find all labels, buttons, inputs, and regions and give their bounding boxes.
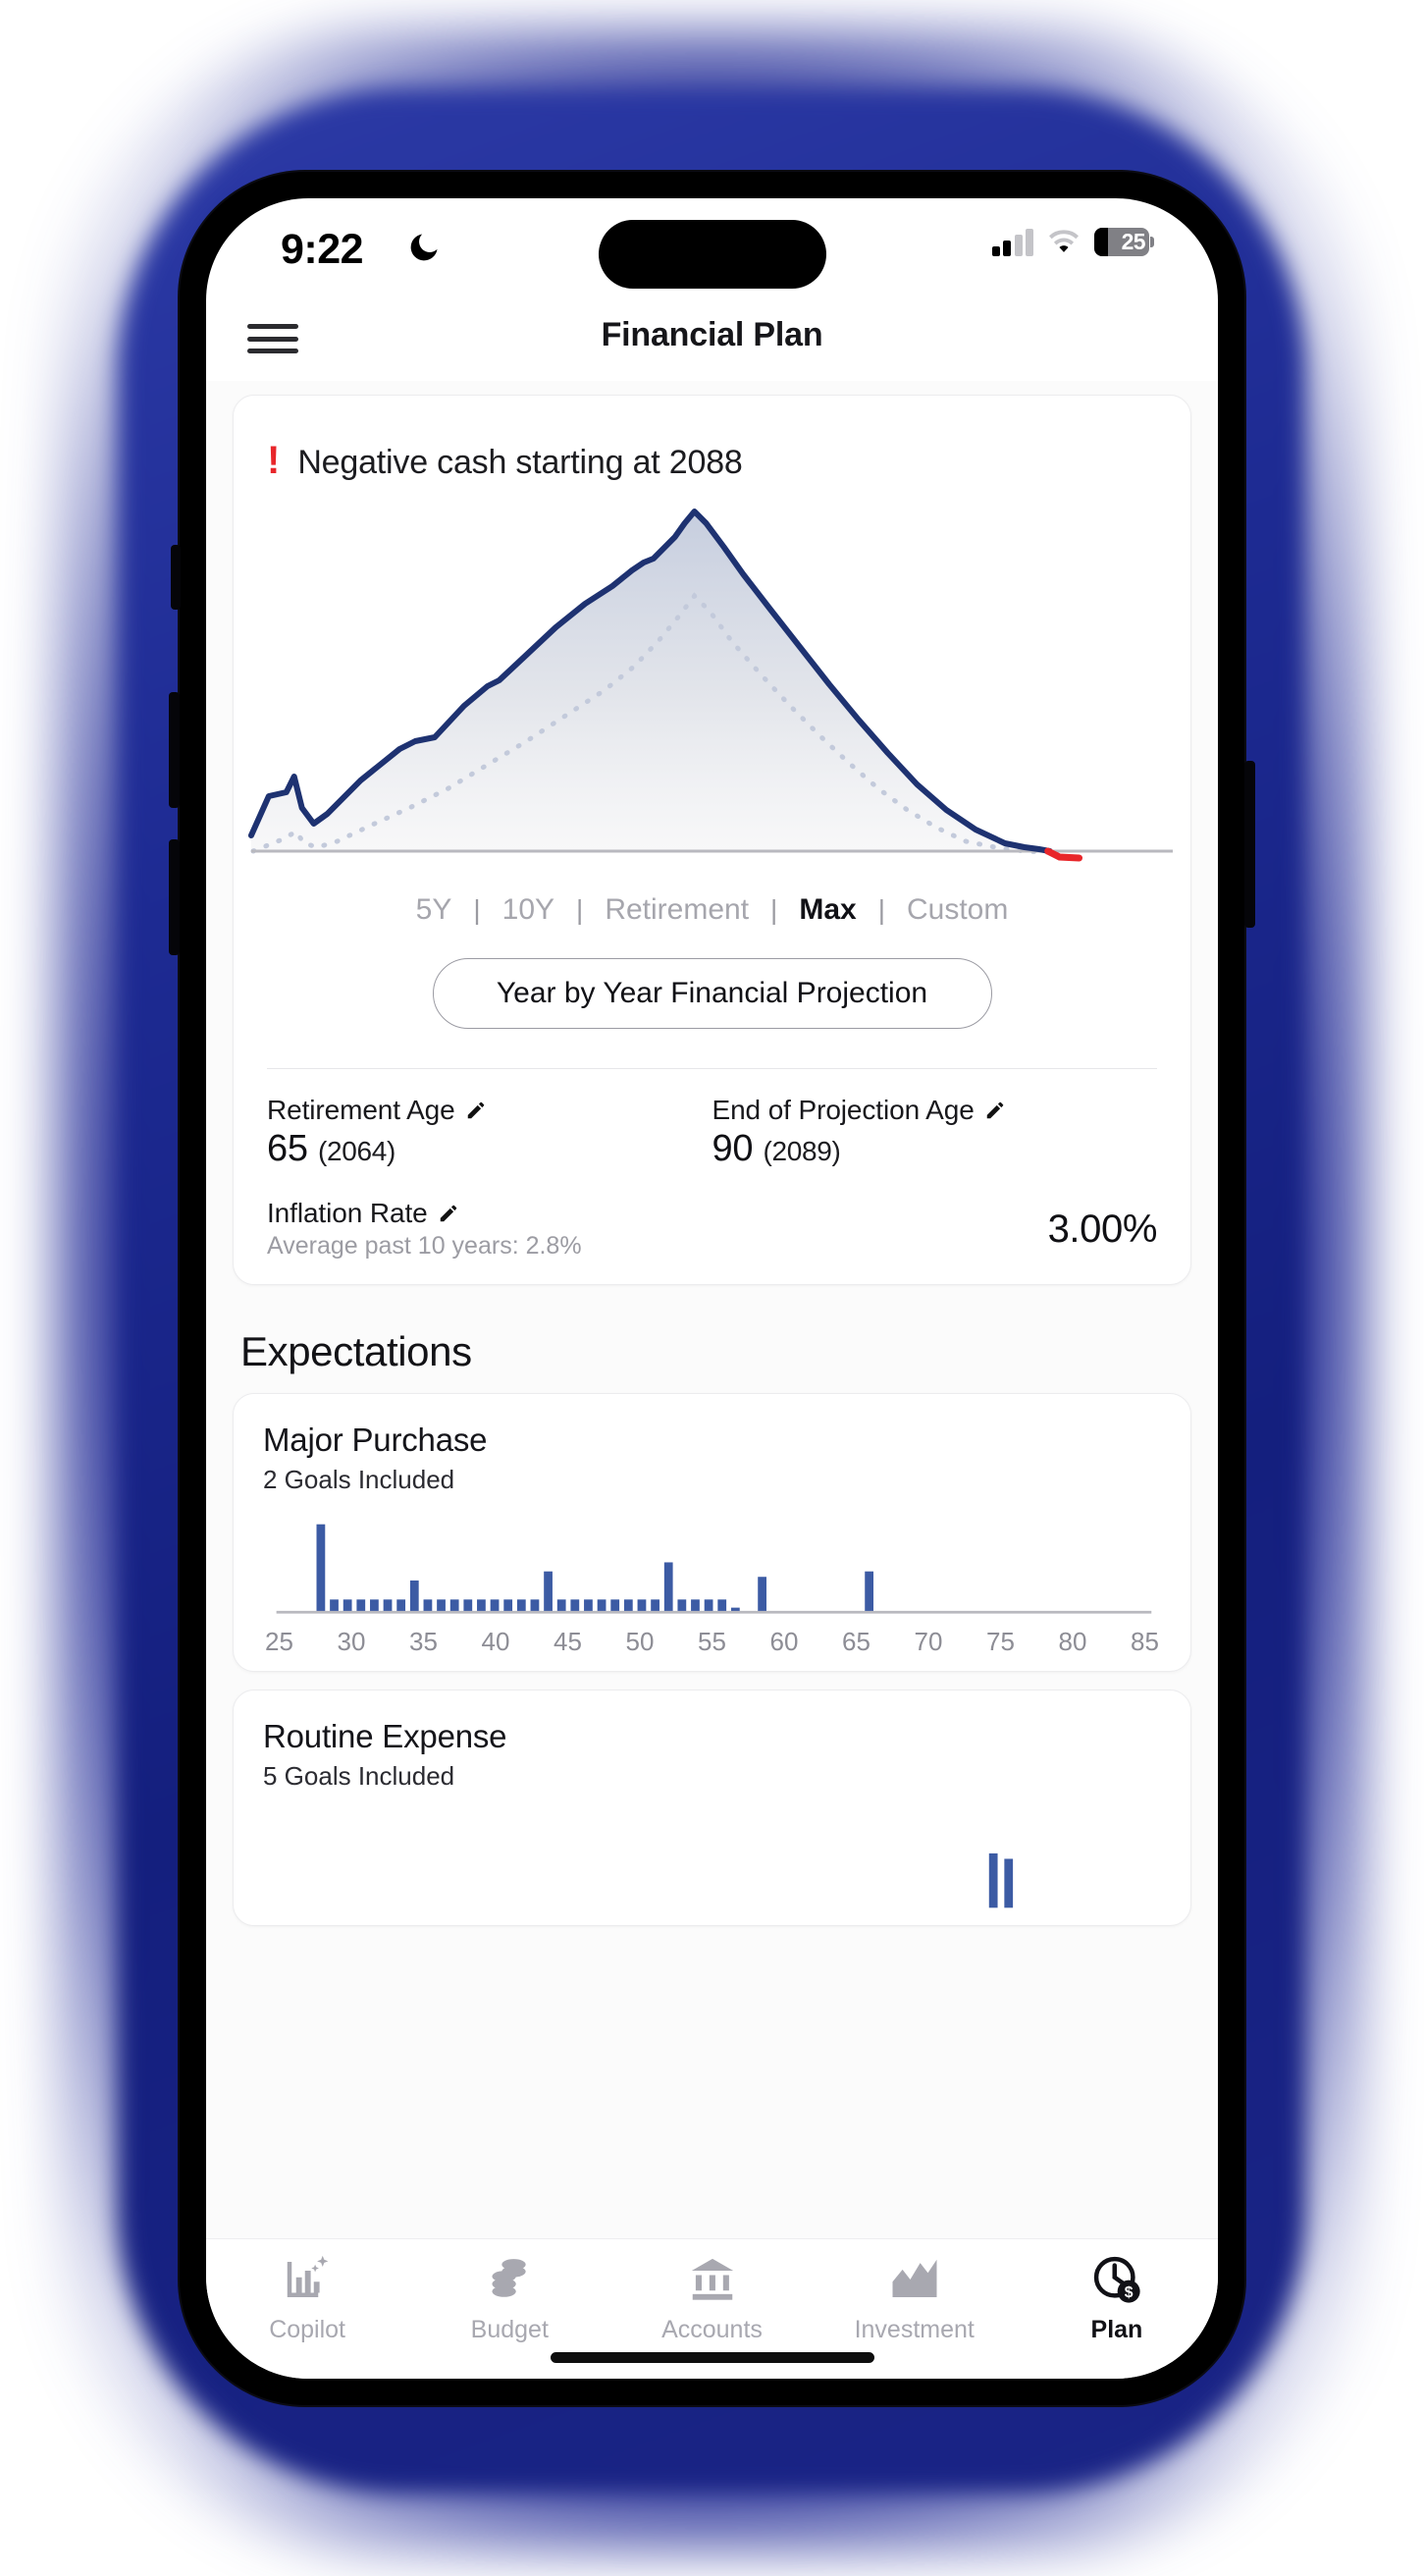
goal-card-routine-expense[interactable]: Routine Expense 5 Goals Included	[233, 1690, 1191, 1926]
axis-tick: 60	[769, 1627, 799, 1656]
retirement-age-year: (2064)	[317, 1136, 396, 1166]
tab-label: Budget	[470, 2316, 549, 2343]
dynamic-island	[598, 220, 826, 289]
axis-tick: 70	[914, 1627, 943, 1656]
plan-details-grid: Retirement Age 65 (2064) End of Projecti…	[234, 1069, 1190, 1170]
silent-switch[interactable]	[171, 545, 181, 610]
coins-stack-icon	[492, 2259, 526, 2297]
range-option-10y[interactable]: 10Y	[481, 893, 576, 927]
bar-series	[988, 1852, 1014, 1908]
routine-expense-bar-chart[interactable]	[263, 1817, 1161, 1911]
battery-percent: 25	[1121, 229, 1146, 254]
end-projection-label-row: End of Projection Age	[712, 1095, 1158, 1126]
axis-tick: 65	[842, 1627, 870, 1656]
end-projection-label: End of Projection Age	[712, 1095, 975, 1125]
copilot-chart-sparkle-icon	[287, 2255, 329, 2297]
retirement-age-block[interactable]: Retirement Age 65 (2064)	[267, 1095, 712, 1170]
cellular-signal-icon	[991, 228, 1033, 256]
inflation-rate-block[interactable]: Inflation Rate Average past 10 years: 2.…	[234, 1170, 1190, 1261]
status-bar: 9:22 25	[206, 198, 1218, 304]
net-worth-projection-chart[interactable]	[234, 502, 1190, 863]
retirement-age-value: 65	[267, 1128, 308, 1169]
axis-tick: 40	[481, 1627, 510, 1656]
goal-card-major-purchase[interactable]: Major Purchase 2 Goals Included 25 30 35…	[233, 1393, 1191, 1672]
scroll-content[interactable]: ! Negative cash starting at 2088 5Y | 10…	[206, 381, 1218, 2238]
bar-chart-axis-labels: 25 30 35 40 45 50 55 60 65 70 75 80 85	[263, 1615, 1161, 1657]
tab-label: Accounts	[661, 2316, 763, 2343]
pencil-edit-icon[interactable]	[465, 1100, 487, 1121]
axis-tick: 75	[986, 1627, 1015, 1656]
end-projection-value-row: 90 (2089)	[712, 1128, 1158, 1170]
tab-accounts[interactable]: Accounts	[610, 2253, 813, 2344]
axis-tick: 45	[554, 1627, 582, 1656]
range-option-max[interactable]: Max	[777, 893, 877, 927]
end-projection-age-block[interactable]: End of Projection Age 90 (2089)	[712, 1095, 1158, 1170]
inflation-label-row: Inflation Rate	[267, 1198, 582, 1229]
negative-cash-alert: ! Negative cash starting at 2088	[234, 425, 1190, 492]
time-range-selector[interactable]: 5Y | 10Y | Retirement | Max | Custom	[234, 868, 1190, 933]
range-option-retirement[interactable]: Retirement	[583, 893, 770, 927]
goal-title: Major Purchase	[263, 1422, 488, 1458]
page-title: Financial Plan	[601, 316, 823, 353]
battery-fill	[1094, 228, 1108, 256]
goal-title: Routine Expense	[263, 1718, 507, 1754]
retirement-age-label-row: Retirement Age	[267, 1095, 712, 1126]
axis-tick: 30	[337, 1627, 366, 1656]
range-option-5y[interactable]: 5Y	[395, 893, 474, 927]
phone-screen: 9:22 25 Financial Plan ! Negative cash s…	[206, 198, 1218, 2379]
volume-up-button[interactable]	[169, 692, 180, 808]
line-chart-icon	[892, 2259, 937, 2297]
inflation-rate-value: 3.00%	[1047, 1207, 1158, 1251]
pencil-edit-icon[interactable]	[438, 1203, 459, 1224]
tab-budget[interactable]: Budget	[408, 2253, 610, 2344]
axis-tick: 35	[409, 1627, 438, 1656]
bar-series	[316, 1524, 874, 1612]
status-time: 9:22	[281, 226, 364, 273]
home-indicator[interactable]	[550, 2352, 874, 2363]
goal-subtitle: 2 Goals Included	[263, 1465, 455, 1494]
financial-plan-card: ! Negative cash starting at 2088 5Y | 10…	[233, 395, 1191, 1285]
inflation-text-group: Inflation Rate Average past 10 years: 2.…	[267, 1198, 582, 1261]
expectations-heading: Expectations	[240, 1328, 472, 1374]
inflation-rate-subtitle: Average past 10 years: 2.8%	[267, 1232, 582, 1260]
axis-tick: 85	[1131, 1627, 1159, 1656]
tab-investment[interactable]: Investment	[814, 2253, 1016, 2344]
year-by-year-projection-button[interactable]: Year by Year Financial Projection	[432, 958, 992, 1029]
status-indicators: 25	[991, 228, 1154, 256]
axis-tick: 55	[698, 1627, 726, 1656]
axis-tick: 80	[1058, 1627, 1087, 1656]
retirement-age-label: Retirement Age	[267, 1095, 455, 1125]
goal-subtitle: 5 Goals Included	[263, 1761, 455, 1791]
axis-tick: 25	[265, 1627, 293, 1656]
range-separator: |	[877, 894, 885, 925]
range-separator: |	[576, 894, 584, 925]
tab-label: Copilot	[269, 2316, 346, 2343]
app-header: Financial Plan	[206, 304, 1218, 381]
major-purchase-bar-chart[interactable]	[263, 1521, 1161, 1615]
power-button[interactable]	[1244, 761, 1255, 928]
tab-label: Investment	[854, 2316, 975, 2343]
range-separator: |	[770, 894, 778, 925]
alert-message: Negative cash starting at 2088	[297, 443, 743, 481]
svg-text:$: $	[1125, 2284, 1134, 2301]
range-option-custom[interactable]: Custom	[885, 893, 1029, 927]
battery-icon: 25	[1094, 228, 1154, 256]
inflation-rate-label: Inflation Rate	[267, 1198, 428, 1228]
retirement-age-value-row: 65 (2064)	[267, 1128, 712, 1170]
bank-building-icon	[691, 2258, 733, 2300]
tab-plan[interactable]: $ Plan	[1016, 2253, 1218, 2344]
crescent-moon-icon	[410, 234, 438, 261]
phone-device-frame: 9:22 25 Financial Plan ! Negative cash s…	[169, 172, 1255, 2405]
alert-exclamation-icon: !	[267, 439, 281, 482]
volume-down-button[interactable]	[169, 839, 180, 955]
tab-label: Plan	[1090, 2316, 1143, 2343]
tab-copilot[interactable]: Copilot	[206, 2253, 408, 2344]
end-projection-year: (2089)	[763, 1136, 841, 1166]
axis-tick: 50	[625, 1627, 655, 1656]
wifi-icon	[1049, 229, 1079, 252]
range-separator: |	[473, 894, 481, 925]
clock-dollar-icon: $	[1093, 2256, 1140, 2303]
end-projection-value: 90	[712, 1128, 754, 1169]
pencil-edit-icon[interactable]	[984, 1100, 1006, 1121]
